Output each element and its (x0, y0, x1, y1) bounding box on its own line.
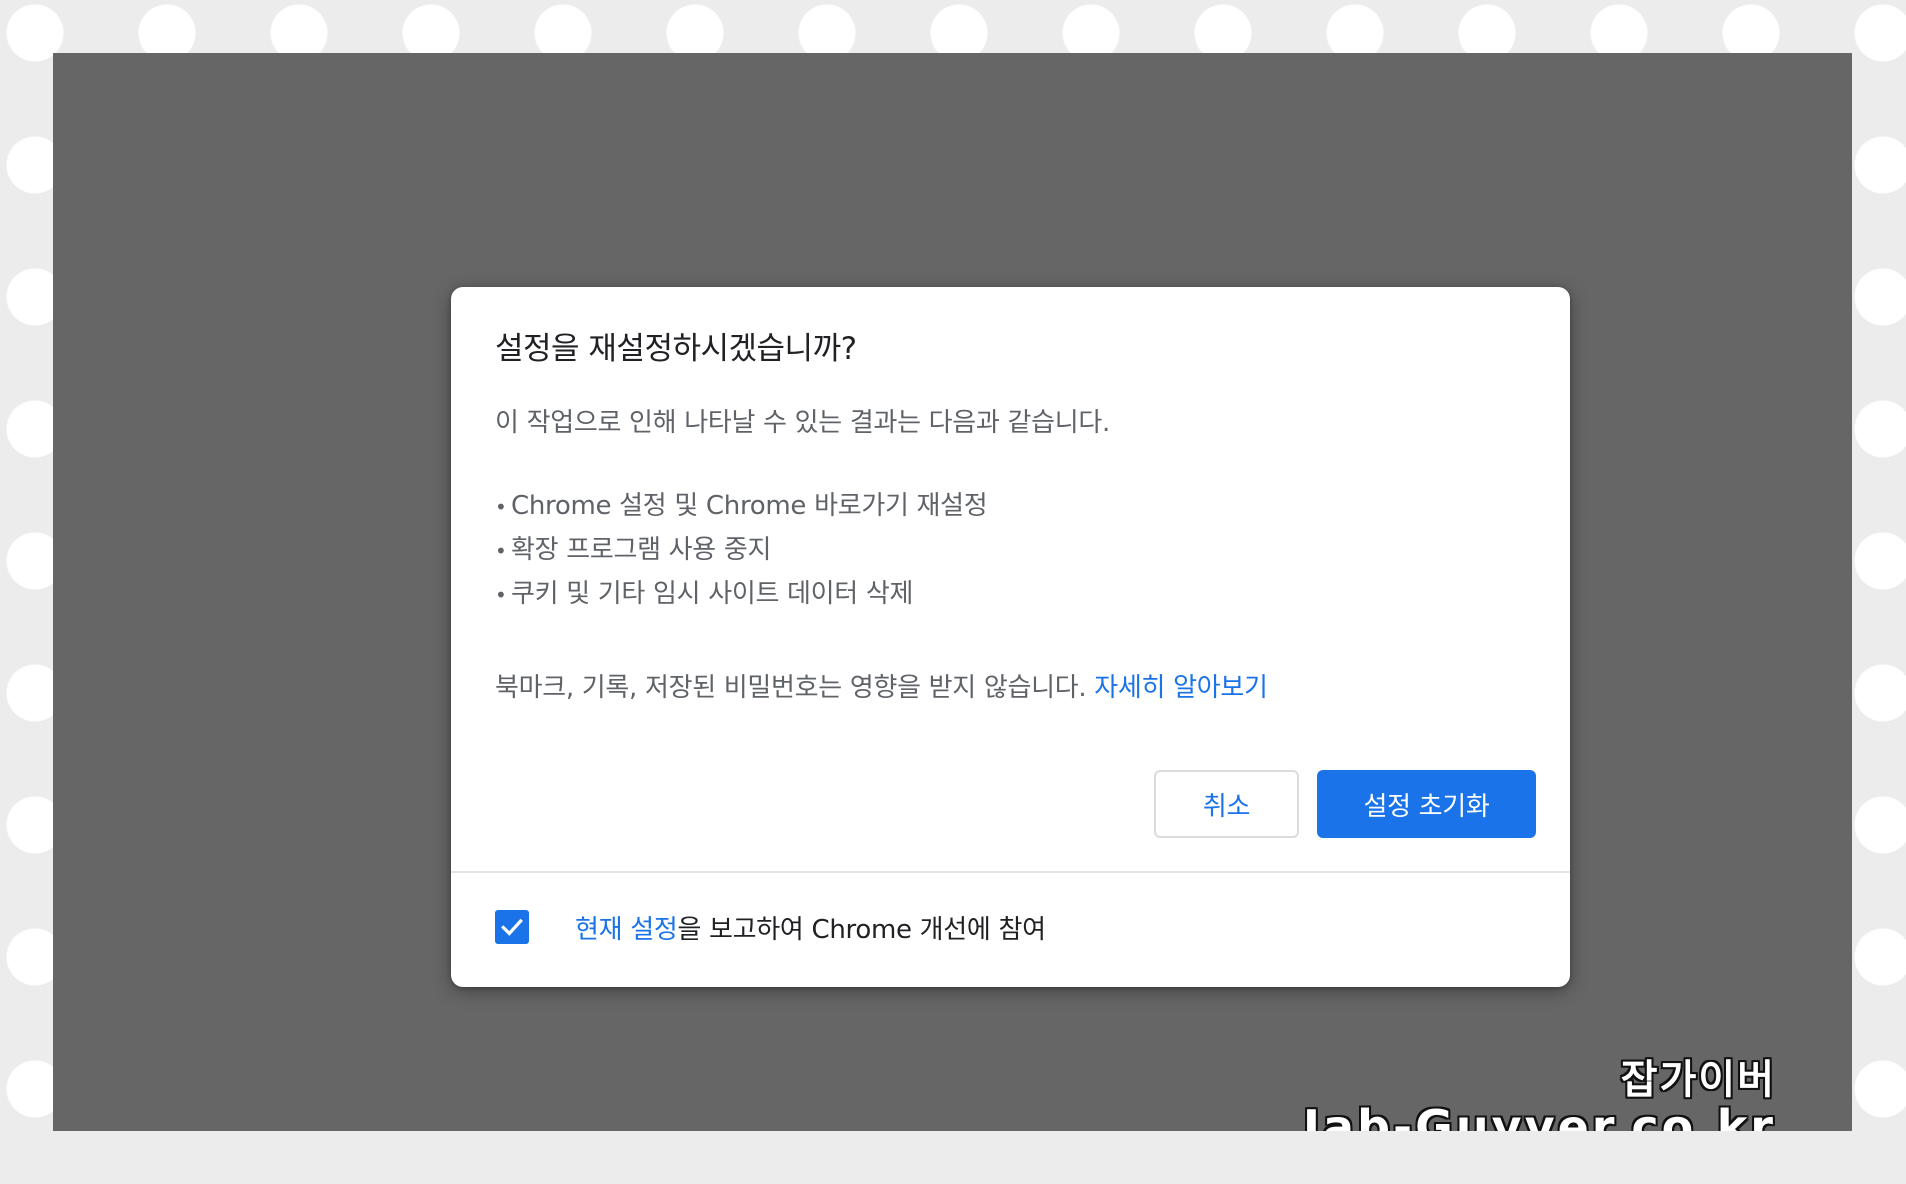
effect-item-reset-settings: Chrome 설정 및 Chrome 바로가기 재설정 (495, 484, 988, 528)
cancel-button[interactable]: 취소 (1154, 770, 1299, 838)
check-icon (501, 918, 523, 936)
footer-divider (451, 871, 1570, 873)
effects-list: Chrome 설정 및 Chrome 바로가기 재설정 확장 프로그램 사용 중… (495, 484, 988, 616)
dialog-buttons: 취소 설정 초기화 (1154, 770, 1536, 838)
report-settings-checkbox[interactable] (495, 910, 529, 944)
dialog-footer: 현재 설정을 보고하여 Chrome 개선에 참여 (495, 907, 1046, 947)
effect-item-disable-extensions: 확장 프로그램 사용 중지 (495, 528, 987, 572)
unaffected-note: 북마크, 기록, 저장된 비밀번호는 영향을 받지 않습니다. 자세히 알아보기 (495, 667, 1268, 704)
watermark-korean: 잡가이버 (1620, 1057, 1776, 1103)
unaffected-note-text: 북마크, 기록, 저장된 비밀번호는 영향을 받지 않습니다. (495, 673, 1087, 703)
learn-more-link[interactable]: 자세히 알아보기 (1094, 673, 1268, 703)
effect-item-clear-cookies: 쿠키 및 기타 임시 사이트 데이터 삭제 (495, 572, 987, 616)
dialog-description: 이 작업으로 인해 나타날 수 있는 결과는 다음과 같습니다. (495, 408, 1110, 438)
watermark-url: Jab-Guyver.co.kr (1302, 1100, 1776, 1131)
watermark: 잡가이버 Jab-Guyver.co.kr (1303, 1058, 1776, 1131)
reset-settings-dialog: 설정을 재설정하시겠습니까? 이 작업으로 인해 나타날 수 있는 결과는 다음… (451, 287, 1570, 987)
current-settings-link[interactable]: 현재 설정 (575, 915, 678, 945)
report-settings-label-text: 을 보고하여 Chrome 개선에 참여 (677, 914, 1046, 945)
reset-settings-button[interactable]: 설정 초기화 (1317, 770, 1536, 838)
dialog-title: 설정을 재설정하시겠습니까? (495, 331, 857, 367)
browser-screen-overlay: 설정을 재설정하시겠습니까? 이 작업으로 인해 나타날 수 있는 결과는 다음… (53, 53, 1852, 1131)
report-settings-label: 현재 설정을 보고하여 Chrome 개선에 참여 (575, 909, 1046, 946)
